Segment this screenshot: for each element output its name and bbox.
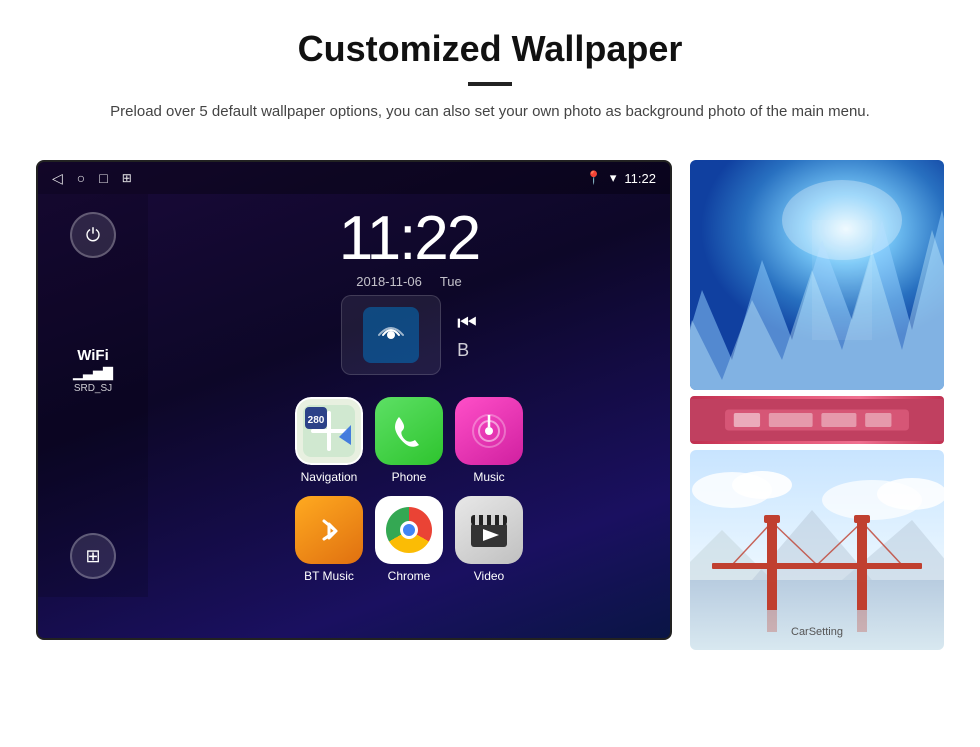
title-divider (468, 82, 512, 86)
back-icon[interactable]: ◁ (52, 170, 63, 187)
power-button[interactable]: ⏻ (70, 212, 116, 258)
wifi-label: WiFi (73, 348, 113, 363)
app-navigation[interactable]: 280 Navigation (295, 397, 363, 484)
grid-icon: ⊞ (85, 546, 100, 567)
phone-label: Phone (392, 470, 427, 484)
recent-icon[interactable]: □ (99, 170, 107, 186)
music-label: Music (473, 470, 504, 484)
bt-music-label: BT Music (304, 569, 354, 583)
app-music[interactable]: Music (455, 397, 523, 484)
navigation-label: Navigation (301, 470, 358, 484)
strip-svg (690, 396, 944, 444)
status-right-icons: 📍 ▾ 11:22 (586, 170, 656, 186)
status-time: 11:22 (624, 171, 656, 186)
status-left-icons: ◁ ○ □ ⊞ (52, 170, 132, 187)
wallpaper-previews: CarSetting (690, 160, 944, 650)
app-phone[interactable]: Phone (375, 397, 443, 484)
grid-button[interactable]: ⊞ (70, 533, 116, 579)
phone-icon (391, 413, 427, 449)
media-icons-row: ⏮ B (331, 289, 487, 375)
media-controls: ⏮ B (457, 310, 477, 361)
prev-icon[interactable]: ⏮ (457, 310, 477, 336)
wallpaper-bridge: CarSetting (690, 450, 944, 650)
navigation-icon: 280 (295, 397, 363, 465)
video-icon (467, 511, 511, 549)
sidebar: ⏻ WiFi ▁▃▅▇ SRD_SJ ⊞ (38, 194, 148, 597)
wallpaper-strip (690, 396, 944, 444)
svg-text:280: 280 (308, 415, 325, 426)
media-icon-box (363, 307, 419, 363)
page-header: Customized Wallpaper Preload over 5 defa… (0, 0, 980, 142)
music-icon (470, 412, 508, 450)
chrome-wheel (386, 507, 432, 553)
clock-time: 11:22 (339, 208, 480, 270)
bluetooth-icon: B (457, 340, 477, 361)
clock-date: 2018-11-06 Tue (356, 274, 461, 289)
main-content: ◁ ○ □ ⊞ 📍 ▾ 11:22 ⏻ WiFi ▁▃▅▇ (0, 142, 980, 668)
wifi-broadcast-icon (375, 319, 407, 351)
center-area: 11:22 2018-11-06 Tue (148, 194, 670, 597)
clock-day-value: Tue (440, 274, 462, 289)
wifi-ssid: SRD_SJ (73, 383, 113, 394)
chrome-center (400, 521, 418, 539)
wallpaper-ice-cave (690, 160, 944, 390)
apps-grid: 280 Navigation (281, 383, 537, 597)
android-screen: ◁ ○ □ ⊞ 📍 ▾ 11:22 ⏻ WiFi ▁▃▅▇ (36, 160, 672, 640)
chrome-label: Chrome (388, 569, 431, 583)
svg-text:CarSetting: CarSetting (791, 626, 843, 638)
wifi-info: WiFi ▁▃▅▇ SRD_SJ (73, 348, 113, 394)
page-title: Customized Wallpaper (60, 28, 920, 70)
wifi-bars-icon: ▁▃▅▇ (73, 365, 113, 381)
ice-cave-svg (690, 160, 944, 390)
app-bt-music[interactable]: BT Music (295, 496, 363, 583)
page-description: Preload over 5 default wallpaper options… (100, 100, 880, 124)
bridge-svg: CarSetting (690, 450, 944, 650)
bt-music-icon (310, 511, 348, 549)
app-chrome[interactable]: Chrome (375, 496, 443, 583)
video-label: Video (474, 569, 504, 583)
app-video[interactable]: Video (455, 496, 523, 583)
screenshot-icon[interactable]: ⊞ (122, 171, 132, 185)
clock-date-value: 2018-11-06 (356, 274, 422, 289)
screen-body: ⏻ WiFi ▁▃▅▇ SRD_SJ ⊞ 11:22 2018-11-06 (38, 194, 670, 597)
power-icon: ⏻ (86, 225, 100, 246)
home-icon[interactable]: ○ (77, 170, 85, 186)
wifi-icon: ▾ (610, 170, 617, 186)
status-bar: ◁ ○ □ ⊞ 📍 ▾ 11:22 (38, 162, 670, 194)
media-widget (341, 295, 441, 375)
location-icon: 📍 (586, 170, 602, 186)
